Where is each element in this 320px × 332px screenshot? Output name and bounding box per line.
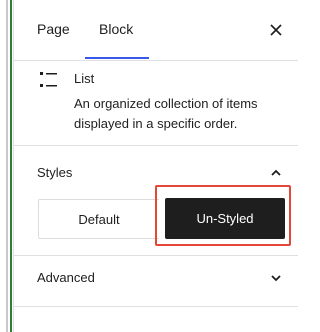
canvas-divider-gray bbox=[6, 0, 8, 332]
styles-panel-title: Styles bbox=[37, 165, 73, 180]
tab-block[interactable]: Block bbox=[99, 20, 133, 38]
block-settings-sidebar: Page Block List An organized collection … bbox=[13, 0, 298, 332]
block-description: An organized collection of items display… bbox=[74, 96, 258, 131]
advanced-panel-toggle[interactable]: Advanced bbox=[14, 255, 298, 307]
list-icon bbox=[40, 72, 57, 87]
style-default-button[interactable]: Default bbox=[38, 199, 159, 239]
block-title: List bbox=[74, 71, 95, 86]
active-tab-indicator bbox=[85, 57, 149, 59]
canvas-divider-green bbox=[10, 0, 12, 332]
close-icon bbox=[270, 24, 282, 36]
block-card: List An organized collection of items di… bbox=[14, 60, 298, 146]
chevron-up-icon bbox=[271, 169, 281, 176]
editor-canvas-edge bbox=[0, 0, 13, 332]
tab-page[interactable]: Page bbox=[37, 20, 70, 38]
advanced-panel-title: Advanced bbox=[37, 270, 95, 285]
close-sidebar-button[interactable] bbox=[266, 20, 286, 40]
style-unstyled-button[interactable]: Un-Styled bbox=[165, 198, 285, 239]
chevron-down-icon bbox=[271, 275, 281, 282]
styles-panel-toggle[interactable]: Styles bbox=[14, 145, 298, 195]
sidebar-tabs: Page Block bbox=[14, 0, 298, 61]
